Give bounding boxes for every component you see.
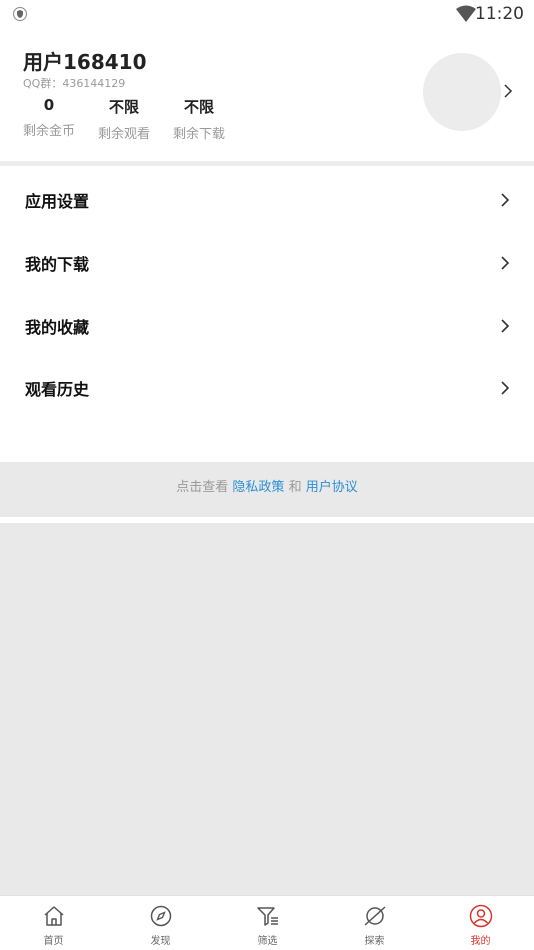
stat-views: 不限 剩余观看	[84, 96, 164, 142]
policy-and: 和	[288, 480, 302, 495]
stat-value: 不限	[108, 98, 139, 116]
filter-icon	[257, 907, 278, 926]
menu-item-label: 观看历史	[25, 380, 90, 399]
status-bar: 11:20	[0, 0, 534, 28]
stat-value: 不限	[183, 98, 214, 116]
stat-label: 剩余金币	[22, 124, 75, 139]
main-panel: 11:20 用户168410 QQ群：436144129 0 剩余金币 不限 剩…	[0, 0, 534, 462]
menu-item-label: 我的下载	[25, 255, 90, 274]
tab-filter[interactable]: 筛选	[214, 896, 321, 950]
section-divider	[0, 161, 534, 166]
bottom-tab-bar: 首页 发现 筛选 探索 我的	[0, 895, 534, 950]
privacy-policy-link[interactable]: 隐私政策	[232, 480, 284, 495]
status-time: 11:20	[475, 4, 524, 24]
tab-label: 首页	[43, 936, 64, 947]
qq-group: QQ群：436144129	[23, 77, 126, 90]
wifi-icon	[456, 5, 476, 22]
chevron-right-icon	[501, 256, 510, 270]
policy-footer: 点击查看 隐私政策 和 用户协议	[0, 462, 534, 517]
menu-item-label: 我的收藏	[25, 318, 90, 337]
username: 用户168410	[23, 50, 147, 74]
chevron-right-icon	[501, 193, 510, 207]
stat-coins: 0 剩余金币	[9, 96, 89, 139]
profile-header[interactable]: 用户168410 QQ群：436144129 0 剩余金币 不限 剩余观看 不限…	[0, 28, 534, 162]
user-icon	[469, 904, 493, 928]
tab-mine[interactable]: 我的	[427, 896, 534, 950]
menu-item-watch-history[interactable]: 观看历史	[0, 356, 534, 419]
shield-icon	[13, 7, 27, 21]
menu-item-my-favorites[interactable]: 我的收藏	[0, 294, 534, 357]
separator-strip	[0, 517, 534, 523]
avatar[interactable]	[423, 53, 501, 131]
stat-downloads: 不限 剩余下载	[159, 96, 239, 142]
tab-label: 筛选	[257, 936, 278, 947]
stat-value: 0	[43, 96, 55, 114]
tab-label: 发现	[150, 936, 171, 947]
tab-explore[interactable]: 探索	[321, 896, 428, 950]
menu-item-app-settings[interactable]: 应用设置	[0, 168, 534, 231]
user-agreement-link[interactable]: 用户协议	[306, 480, 358, 495]
home-icon	[44, 906, 64, 926]
tab-home[interactable]: 首页	[0, 896, 107, 950]
tab-discover[interactable]: 发现	[107, 896, 214, 950]
menu-item-label: 应用设置	[25, 192, 90, 211]
chevron-right-icon	[501, 319, 510, 333]
chevron-right-icon[interactable]	[502, 80, 514, 102]
stat-label: 剩余下载	[172, 127, 225, 142]
policy-prefix: 点击查看	[176, 480, 229, 495]
tab-label: 探索	[364, 936, 385, 947]
menu-item-my-downloads[interactable]: 我的下载	[0, 231, 534, 294]
policy-text: 点击查看 隐私政策 和 用户协议	[0, 476, 534, 495]
planet-icon	[364, 906, 386, 926]
compass-icon	[150, 905, 172, 927]
chevron-right-icon	[501, 381, 510, 395]
tab-label: 我的	[470, 936, 491, 947]
stat-label: 剩余观看	[97, 127, 150, 142]
